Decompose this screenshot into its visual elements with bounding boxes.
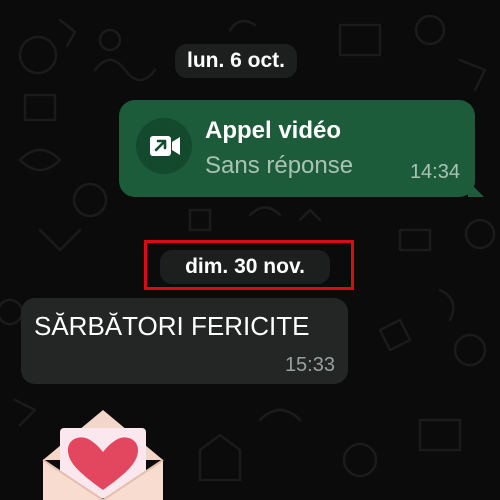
date-separator: lun. 6 oct.	[175, 44, 297, 78]
love-letter-envelope-icon[interactable]	[38, 408, 168, 500]
video-call-icon-container	[136, 118, 192, 174]
message-timestamp: 15:33	[284, 354, 335, 376]
call-title: Appel vidéo	[205, 117, 342, 144]
call-status: Sans réponse	[205, 152, 354, 179]
highlight-box	[144, 240, 354, 290]
video-call-missed-icon	[150, 136, 180, 156]
chat-background: lun. 6 oct. Appel vidéo Sans réponse 14:…	[0, 0, 500, 500]
message-text: SĂRBĂTORI FERICITE	[34, 311, 310, 341]
message-timestamp: 14:34	[409, 161, 460, 183]
bubble-tail	[468, 181, 484, 197]
text-message[interactable]: SĂRBĂTORI FERICITE 15:33	[21, 298, 348, 384]
video-call-message[interactable]: Appel vidéo Sans réponse 14:34	[119, 100, 484, 197]
